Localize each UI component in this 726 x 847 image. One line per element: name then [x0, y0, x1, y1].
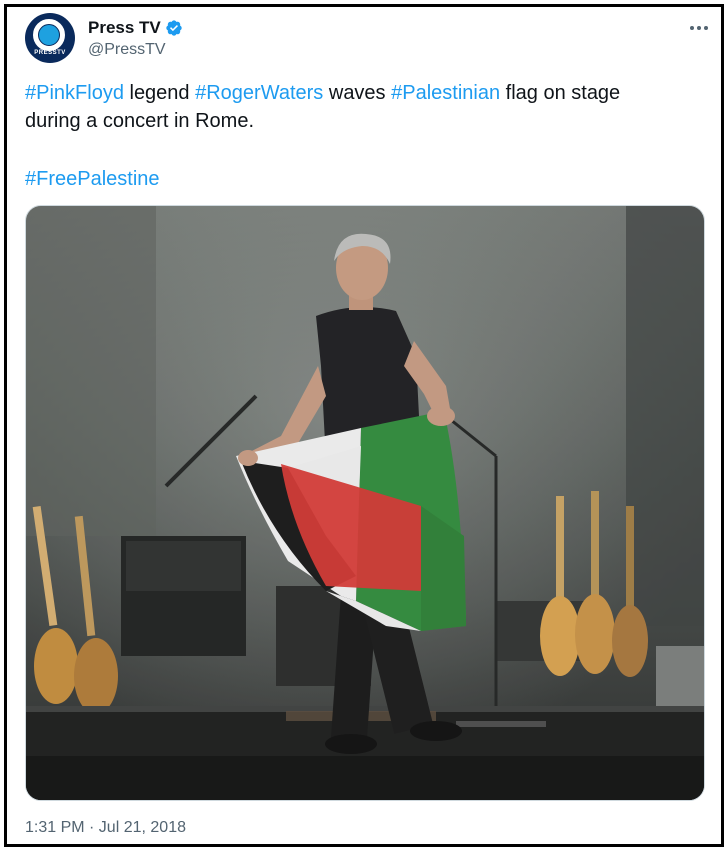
- logo-core: [39, 25, 59, 45]
- tweet-photo[interactable]: [25, 205, 705, 801]
- author-name-row[interactable]: Press TV: [88, 17, 183, 39]
- hashtag-pinkfloyd[interactable]: #PinkFloyd: [25, 82, 124, 104]
- text-waves: waves: [323, 82, 392, 104]
- hashtag-palestinian[interactable]: #Palestinian: [391, 82, 500, 104]
- tweet-text-line-2: during a concert in Rome.: [25, 110, 255, 132]
- tweet-timestamp[interactable]: 1:31 PM · Jul 21, 2018: [25, 819, 186, 837]
- author-display-name[interactable]: Press TV: [88, 18, 161, 38]
- hashtag-rogerwaters[interactable]: #RogerWaters: [195, 82, 323, 104]
- avatar-logo-text: PRESSTV: [34, 50, 66, 56]
- text-legend: legend: [123, 82, 196, 104]
- tweet-card: PRESSTV Press TV @PressTV #PinkFloyd leg…: [4, 4, 724, 847]
- concert-photo-image: [26, 206, 704, 800]
- text-flag-on-stage: flag on stage: [500, 82, 621, 104]
- more-options-button[interactable]: [687, 19, 711, 37]
- more-dots-icon: [690, 26, 708, 30]
- author-handle[interactable]: @PressTV: [88, 41, 166, 59]
- tweet-text-line-1: #PinkFloyd legend #RogerWaters waves #Pa…: [25, 79, 705, 107]
- hashtag-freepalestine[interactable]: #FreePalestine: [25, 168, 160, 190]
- tweet-header: PRESSTV Press TV @PressTV: [25, 13, 715, 69]
- avatar[interactable]: PRESSTV: [25, 13, 75, 63]
- tweet-hashtag-line: #FreePalestine: [25, 165, 160, 193]
- tweet-text: #PinkFloyd legend #RogerWaters waves #Pa…: [25, 79, 705, 135]
- verified-badge-icon: [166, 20, 182, 36]
